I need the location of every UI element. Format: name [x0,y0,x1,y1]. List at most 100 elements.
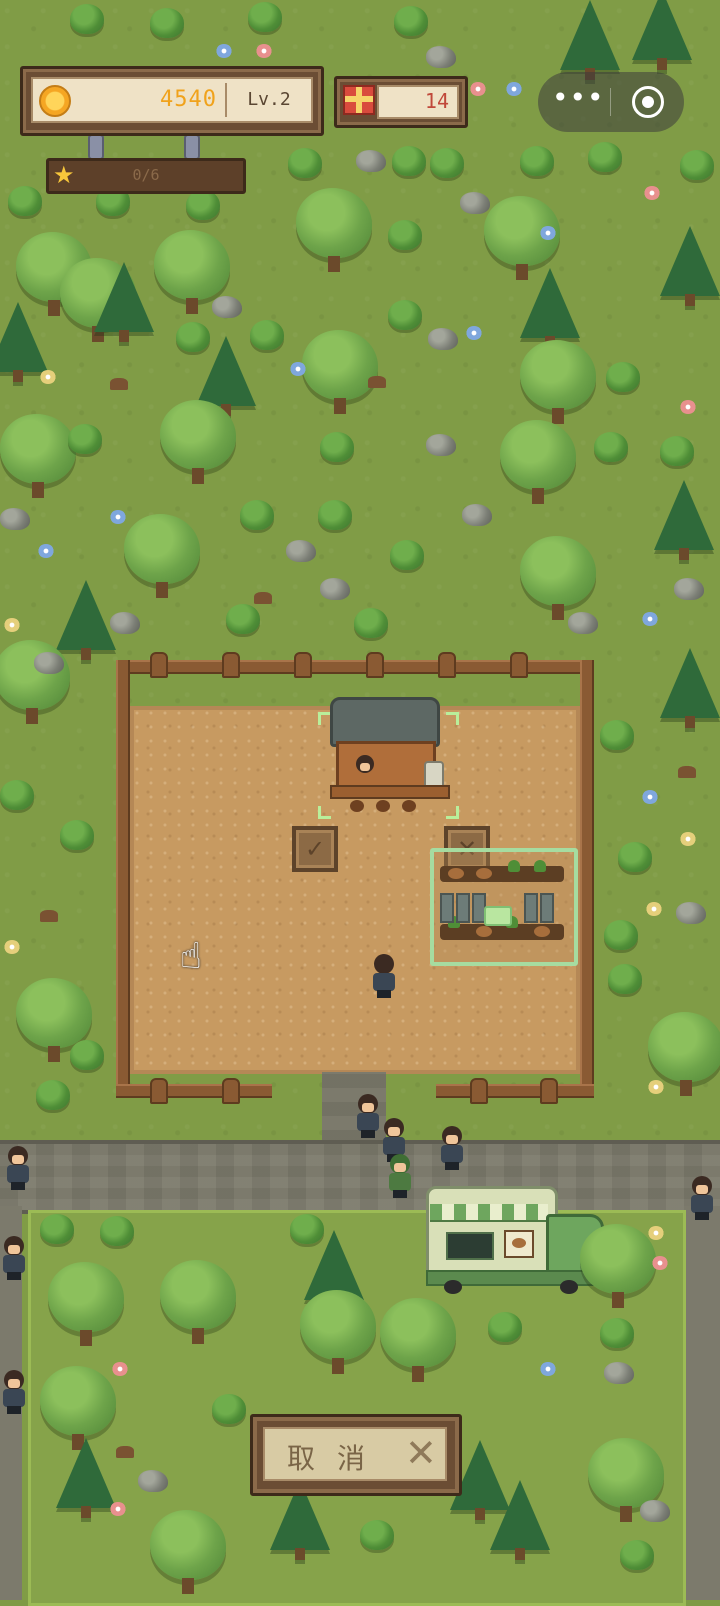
potato-crop [534,926,550,937]
bush [618,842,652,872]
game-map[interactable]: ✓ ✕ [0,0,720,1606]
bush [390,540,424,570]
tree [588,1438,664,1522]
tree [520,340,596,424]
bush [588,142,622,172]
stool [350,800,364,812]
blue-flower [290,362,306,376]
hud-divider [225,83,227,117]
cancel-button[interactable]: 取消 ✕ [250,1414,462,1496]
bush [68,424,102,454]
fence-post [470,1078,488,1104]
rock [676,902,706,924]
stone-road-right [684,1206,720,1600]
pink-flower [110,1502,126,1516]
bush [680,150,714,180]
bush [606,362,640,392]
fence-post [438,652,456,678]
blue-flower [642,612,658,626]
yellow-flower [4,940,20,954]
blue-flower [216,44,232,58]
cancel-button-face: 取消 ✕ [263,1427,447,1481]
pine-tree [490,1480,550,1560]
bush [186,190,220,220]
tree-stump [254,592,272,604]
pine-tree [660,648,720,728]
tree [124,514,200,598]
truck-window [446,1232,494,1260]
villager [688,1176,716,1220]
tree [300,1290,376,1374]
pine-tree [632,0,692,70]
bush [660,436,694,466]
blue-flower [506,82,522,96]
rock [426,434,456,456]
player-farmer[interactable] [370,954,398,998]
fence-post [366,652,384,678]
shopkeeper [354,755,376,785]
plot-slat [456,893,470,923]
shop-stand[interactable] [330,697,452,812]
bush [620,1540,654,1570]
tree-stump [116,1446,134,1458]
tree [302,330,378,414]
rock [604,1362,634,1384]
close-x-icon: ✕ [405,1431,437,1475]
bush [388,220,422,250]
fence-left [116,660,130,1096]
pink-flower [470,82,486,96]
tree-stump [110,378,128,390]
rock [356,150,386,172]
tree [296,188,372,272]
stool [376,800,390,812]
fence-post [294,652,312,678]
food-truck[interactable] [426,1186,606,1294]
star-progress-text: 0/6 [132,166,160,184]
more-dots-icon[interactable]: ••• [552,84,604,118]
pine-tree [0,302,48,382]
fence-post [222,652,240,678]
tree-stump [678,766,696,778]
villager [4,1146,32,1190]
fence-post [150,652,168,678]
stool [402,800,416,812]
rock [428,328,458,350]
blue-flower [466,326,482,340]
bush [70,1040,104,1070]
sprout [508,860,520,872]
blue-flower [110,510,126,524]
bush [100,1216,134,1246]
leaf-sign-icon [484,906,512,926]
pink-flower [652,1256,668,1270]
bush [608,964,642,994]
target-circle-icon[interactable] [632,86,664,118]
pine-tree [520,268,580,348]
hud-chain [184,134,200,160]
hud-chain [88,134,104,160]
gift-box-icon [343,85,375,115]
bush [320,432,354,462]
pine-tree [56,580,116,660]
fence-post [540,1078,558,1104]
coin-count: 4540 [160,87,217,112]
tree [154,230,230,314]
bush [60,820,94,850]
bush [394,6,428,36]
bush [8,186,42,216]
confirm-check-icon[interactable]: ✓ [292,826,338,872]
wheel [444,1280,462,1294]
potato-crop [476,926,492,937]
potato-crop [448,868,464,879]
gift-panel[interactable]: 14 [334,76,468,128]
bush [318,500,352,530]
bush [594,432,628,462]
tree [48,1262,124,1346]
pink-flower [680,400,696,414]
blue-flower [38,544,54,558]
coin-level-panel: 4540 Lv.2 [20,66,324,136]
pink-flower [256,44,272,58]
star-progress-bar: ★ 0/6 [46,158,246,194]
bush [70,4,104,34]
plot-slat [440,893,454,923]
pointer-hand-icon: ☝ [180,936,202,977]
